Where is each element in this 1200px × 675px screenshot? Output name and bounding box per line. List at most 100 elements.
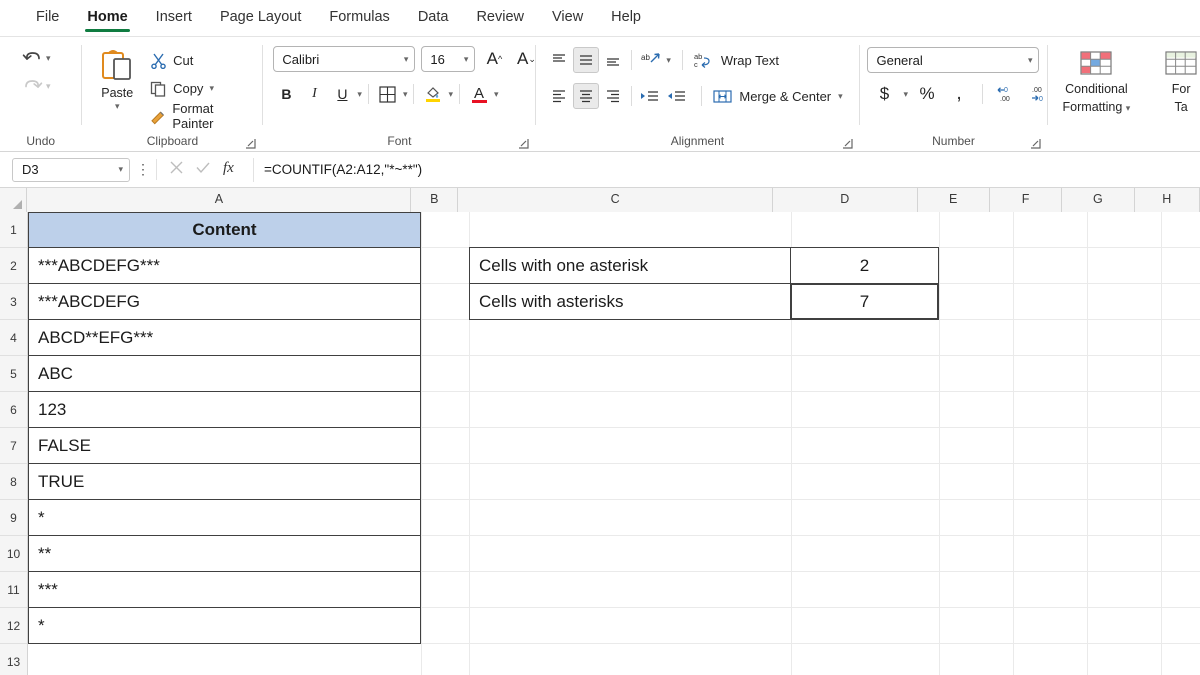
align-center-button[interactable] <box>573 83 600 109</box>
increase-font-size-button[interactable]: A ^ <box>481 46 507 72</box>
increase-indent-button[interactable] <box>664 83 690 109</box>
tab-file[interactable]: File <box>22 0 73 36</box>
align-bottom-button[interactable] <box>600 47 626 73</box>
cell-A5[interactable]: ABC <box>28 355 421 392</box>
column-header-D[interactable]: D <box>772 188 918 212</box>
cell-D3[interactable]: 7 <box>790 283 939 320</box>
fill-color-button[interactable] <box>420 81 446 107</box>
percent-button[interactable]: % <box>914 81 940 107</box>
tab-data[interactable]: Data <box>404 0 463 36</box>
decrease-decimal-button[interactable]: 0 .00 <box>993 81 1021 107</box>
undo-button[interactable]: ▾ <box>22 45 51 71</box>
cancel-x-icon[interactable] <box>169 160 184 180</box>
name-box-more-button[interactable]: ⋮ <box>130 161 156 178</box>
redo-dropdown-caret[interactable]: ▾ <box>46 81 51 92</box>
format-painter-button[interactable]: Format Painter <box>150 101 254 131</box>
row-header-1[interactable]: 1 <box>0 212 28 248</box>
cell-D2[interactable]: 2 <box>790 247 939 284</box>
underline-button[interactable]: U <box>329 81 355 107</box>
cell-A3[interactable]: ***ABCDEFG <box>28 283 421 320</box>
align-middle-button[interactable] <box>573 47 600 73</box>
row-header-4[interactable]: 4 <box>0 320 28 356</box>
clipboard-dialog-launcher[interactable] <box>245 138 257 149</box>
align-left-button[interactable] <box>546 83 572 109</box>
cell-A1[interactable]: Content <box>28 212 421 248</box>
tab-review[interactable]: Review <box>462 0 538 36</box>
row-header-8[interactable]: 8 <box>0 464 28 500</box>
row-header-6[interactable]: 6 <box>0 392 28 428</box>
insert-function-icon[interactable]: fx <box>222 159 239 180</box>
borders-dropdown-caret[interactable]: ▾ <box>403 89 408 100</box>
redo-button[interactable]: ▾ <box>22 73 51 99</box>
font-color-dropdown-caret[interactable]: ▾ <box>494 89 499 100</box>
italic-button[interactable]: I <box>301 81 327 107</box>
confirm-check-icon[interactable] <box>195 160 211 180</box>
wrap-text-button[interactable]: ab c Wrap Text <box>688 52 779 69</box>
row-header-5[interactable]: 5 <box>0 356 28 392</box>
orientation-dropdown-caret[interactable]: ▾ <box>666 55 671 66</box>
cut-button[interactable]: Cut <box>150 47 254 73</box>
cell-A9[interactable]: * <box>28 499 421 536</box>
row-header-11[interactable]: 11 <box>0 572 28 608</box>
column-header-C[interactable]: C <box>458 188 773 212</box>
column-header-H[interactable]: H <box>1134 188 1200 212</box>
column-header-E[interactable]: E <box>917 188 990 212</box>
column-header-F[interactable]: F <box>989 188 1063 212</box>
merge-center-button[interactable]: Merge & Center ▾ <box>707 88 843 105</box>
cell-A4[interactable]: ABCD**EFG*** <box>28 319 421 356</box>
cell-A8[interactable]: TRUE <box>28 463 421 500</box>
row-header-7[interactable]: 7 <box>0 428 28 464</box>
column-header-G[interactable]: G <box>1062 188 1135 212</box>
tab-help[interactable]: Help <box>597 0 655 36</box>
merge-center-dropdown-caret[interactable]: ▾ <box>838 91 843 102</box>
font-name-combo[interactable]: Calibri ▾ <box>273 46 416 72</box>
align-right-button[interactable] <box>600 83 626 109</box>
column-header-A[interactable]: A <box>27 188 412 212</box>
number-format-combo[interactable]: General ▾ <box>867 47 1040 73</box>
column-header-B[interactable]: B <box>411 188 459 212</box>
tab-view[interactable]: View <box>538 0 597 36</box>
row-header-13[interactable]: 13 <box>0 644 28 675</box>
bold-button[interactable]: B <box>273 81 299 107</box>
font-size-combo[interactable]: 16 ▾ <box>421 46 476 72</box>
cell-A2[interactable]: ***ABCDEFG*** <box>28 247 421 284</box>
align-top-button[interactable] <box>546 47 572 73</box>
cell-C2[interactable]: Cells with one asterisk <box>469 247 791 284</box>
font-color-button[interactable]: A <box>466 81 492 107</box>
fill-color-dropdown-caret[interactable]: ▾ <box>448 89 453 100</box>
underline-dropdown-caret[interactable]: ▾ <box>357 89 362 100</box>
font-dialog-launcher[interactable] <box>518 138 530 149</box>
tab-insert[interactable]: Insert <box>142 0 206 36</box>
decrease-indent-button[interactable] <box>637 83 663 109</box>
row-header-2[interactable]: 2 <box>0 248 28 284</box>
copy-button[interactable]: Copy ▾ <box>150 75 254 101</box>
cell-A10[interactable]: ** <box>28 535 421 572</box>
cell-A7[interactable]: FALSE <box>28 427 421 464</box>
cell-A6[interactable]: 123 <box>28 391 421 428</box>
copy-dropdown-caret[interactable]: ▾ <box>209 83 214 94</box>
formula-input[interactable]: =COUNTIF(A2:A12,"*~**") <box>253 157 1194 182</box>
cell-A11[interactable]: *** <box>28 571 421 608</box>
row-header-10[interactable]: 10 <box>0 536 28 572</box>
undo-dropdown-caret[interactable]: ▾ <box>46 53 51 64</box>
borders-button[interactable] <box>375 81 401 107</box>
alignment-dialog-launcher[interactable] <box>842 138 853 149</box>
cell-C3[interactable]: Cells with asterisks <box>469 283 791 320</box>
conditional-formatting-dropdown-caret[interactable]: ▾ <box>1126 103 1131 113</box>
tab-home[interactable]: Home <box>73 0 141 36</box>
row-header-9[interactable]: 9 <box>0 500 28 536</box>
comma-style-button[interactable]: , <box>946 81 972 107</box>
cell-A12[interactable]: * <box>28 607 421 644</box>
currency-dropdown-caret[interactable]: ▾ <box>903 89 908 100</box>
name-box[interactable]: D3 ▾ <box>12 157 130 182</box>
select-all-corner[interactable] <box>0 188 28 212</box>
tab-page-layout[interactable]: Page Layout <box>206 0 315 36</box>
orientation-button[interactable]: ab <box>637 47 665 73</box>
row-header-12[interactable]: 12 <box>0 608 28 644</box>
currency-button[interactable]: $ <box>871 81 897 107</box>
conditional-formatting-button[interactable]: Conditional Formatting ▾ <box>1052 45 1140 116</box>
row-header-3[interactable]: 3 <box>0 284 28 320</box>
tab-formulas[interactable]: Formulas <box>315 0 403 36</box>
paste-button[interactable]: Paste ▾ <box>90 45 144 112</box>
number-dialog-launcher[interactable] <box>1030 138 1042 149</box>
